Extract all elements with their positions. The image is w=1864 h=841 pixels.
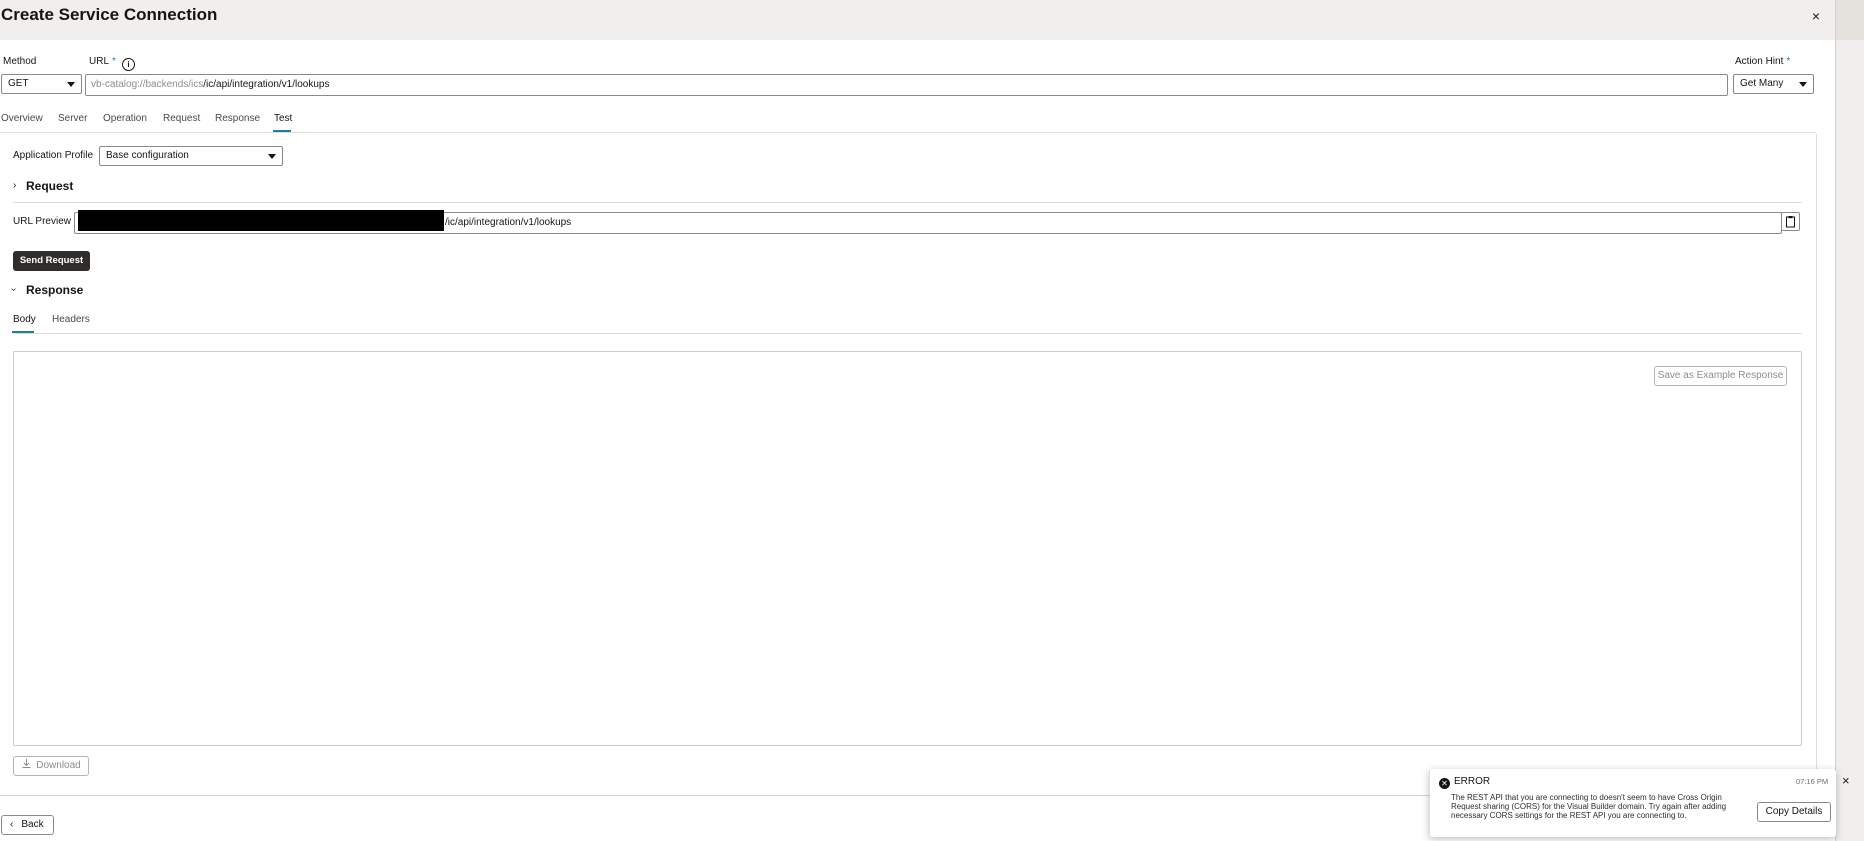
close-icon[interactable]: × bbox=[1806, 6, 1826, 26]
application-profile-value: Base configuration bbox=[106, 150, 189, 161]
request-divider bbox=[13, 202, 1802, 203]
method-label: Method bbox=[3, 56, 37, 67]
response-tabs-divider bbox=[13, 333, 1802, 334]
url-preview-path: /ic/api/integration/v1/lookups bbox=[445, 217, 572, 228]
dialog-header bbox=[0, 0, 1864, 40]
method-select[interactable]: GET bbox=[1, 74, 82, 94]
error-icon: ✕ bbox=[1439, 778, 1450, 789]
tabs-divider bbox=[0, 132, 1816, 133]
clipboard-icon bbox=[1786, 216, 1795, 228]
application-profile-select[interactable]: Base configuration bbox=[99, 146, 283, 166]
tab-overview[interactable]: Overview bbox=[1, 113, 43, 124]
chevron-left-icon: ‹ bbox=[10, 819, 14, 830]
method-value: GET bbox=[8, 78, 29, 89]
chevron-down-icon bbox=[268, 154, 276, 159]
download-icon bbox=[22, 759, 31, 768]
notification-time: 07:16 PM bbox=[1796, 777, 1829, 786]
error-notification: ✕ ERROR 07:16 PM × The REST API that you… bbox=[1429, 769, 1850, 837]
download-label: Download bbox=[36, 760, 81, 771]
error-title: ERROR bbox=[1454, 776, 1491, 787]
redacted-host bbox=[78, 210, 444, 231]
error-message: The REST API that you are connecting to … bbox=[1451, 793, 1727, 820]
response-section-title[interactable]: Response bbox=[26, 283, 83, 297]
send-request-button[interactable]: Send Request bbox=[13, 251, 90, 271]
tab-body[interactable]: Body bbox=[13, 314, 36, 325]
dialog-title: Create Service Connection bbox=[1, 5, 218, 24]
url-path: /ic/api/integration/v1/lookups bbox=[203, 79, 330, 90]
back-label: Back bbox=[21, 819, 44, 830]
application-profile-label: Application Profile bbox=[13, 150, 94, 161]
tab-test[interactable]: Test bbox=[274, 113, 292, 124]
right-edge-panel bbox=[1835, 0, 1864, 841]
copy-url-button[interactable] bbox=[1781, 212, 1800, 231]
tab-request[interactable]: Request bbox=[163, 113, 200, 124]
info-icon[interactable]: i bbox=[122, 58, 135, 71]
chevron-down-icon[interactable]: › bbox=[8, 288, 19, 291]
action-hint-value: Get Many bbox=[1740, 78, 1784, 89]
tab-operation[interactable]: Operation bbox=[103, 113, 147, 124]
request-section-title[interactable]: Request bbox=[26, 179, 73, 193]
response-body-area[interactable] bbox=[13, 351, 1802, 746]
chevron-down-icon bbox=[67, 82, 75, 87]
save-example-response-button[interactable]: Save as Example Response bbox=[1654, 366, 1787, 386]
tab-server[interactable]: Server bbox=[58, 113, 87, 124]
url-preview-label: URL Preview bbox=[13, 216, 71, 227]
url-label: URL * bbox=[89, 56, 116, 67]
url-input[interactable]: vb-catalog://backends/ics/ic/api/integra… bbox=[85, 74, 1728, 96]
download-button[interactable]: Download bbox=[13, 756, 89, 776]
url-prefix: vb-catalog://backends/ics bbox=[91, 79, 204, 90]
chevron-right-icon[interactable]: › bbox=[13, 180, 16, 191]
action-hint-label: Action Hint * bbox=[1735, 56, 1791, 67]
tab-headers[interactable]: Headers bbox=[52, 314, 90, 325]
close-icon[interactable]: × bbox=[1842, 773, 1850, 788]
chevron-down-icon bbox=[1799, 82, 1807, 87]
tab-response[interactable]: Response bbox=[215, 113, 260, 124]
action-hint-select[interactable]: Get Many bbox=[1733, 74, 1814, 94]
copy-details-button[interactable]: Copy Details bbox=[1757, 802, 1831, 822]
back-button[interactable]: ‹ Back bbox=[1, 815, 54, 835]
